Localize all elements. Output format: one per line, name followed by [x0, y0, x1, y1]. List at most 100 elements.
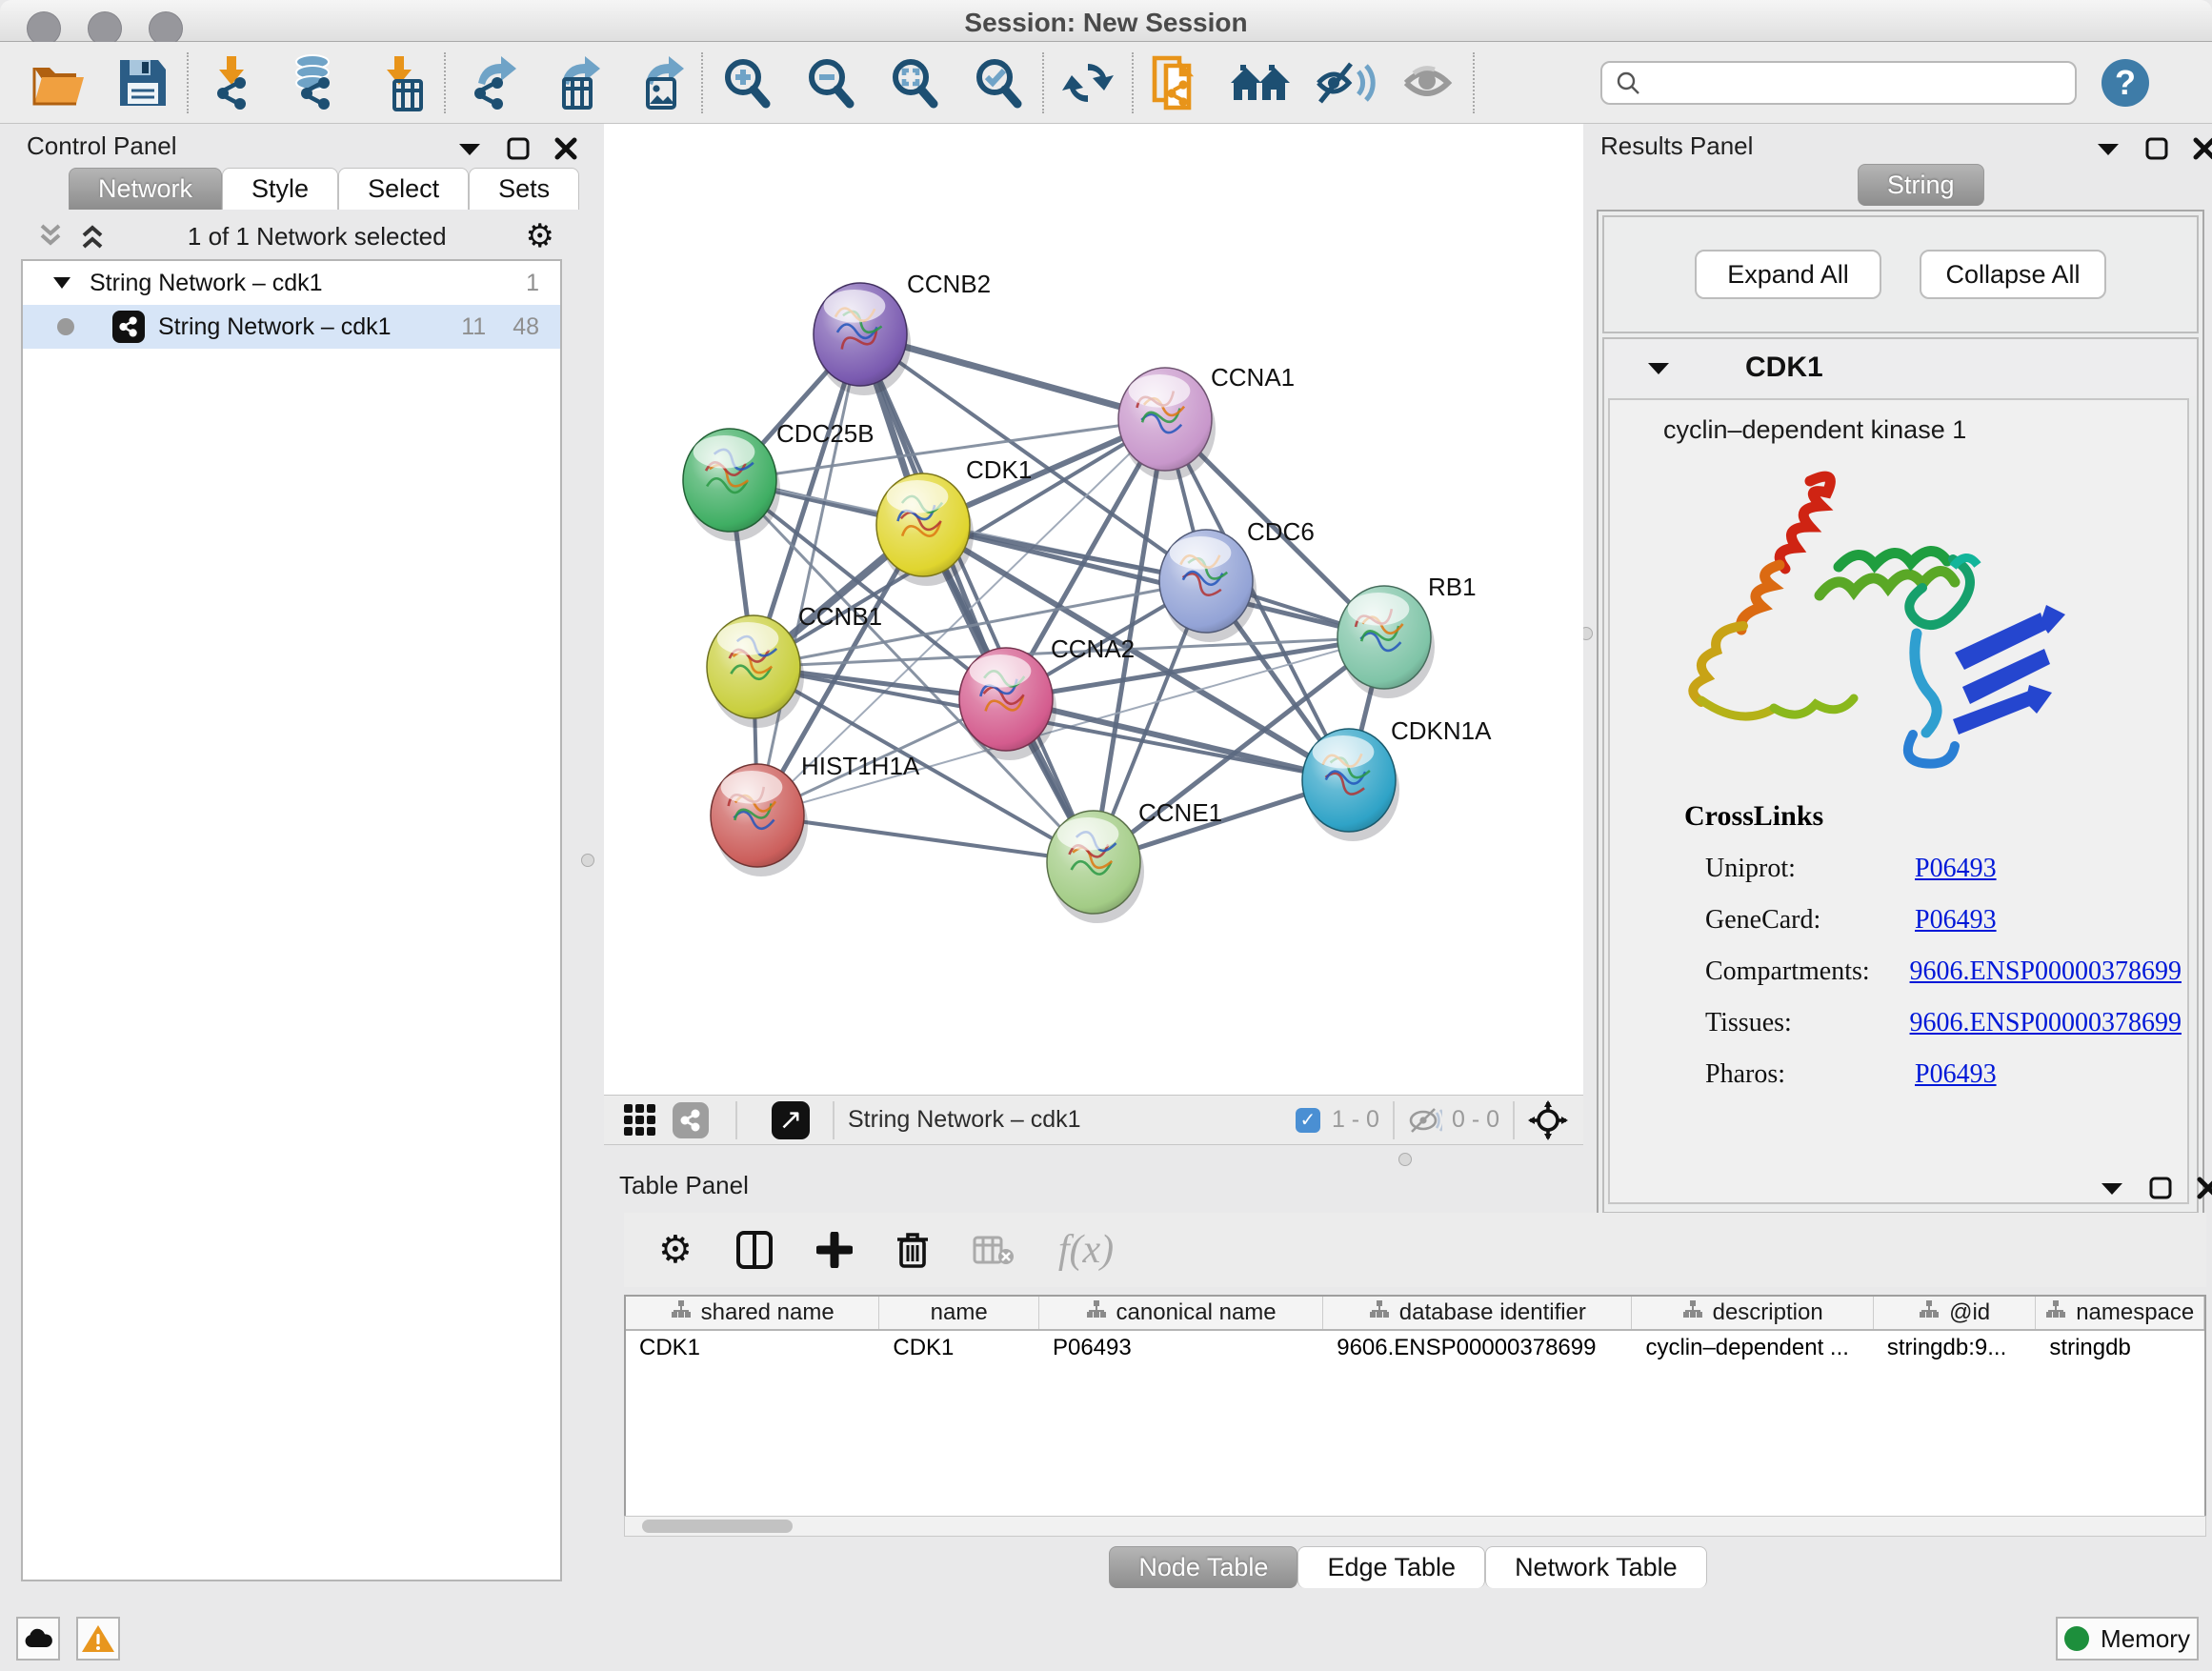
tree-collapse-icon[interactable] — [51, 275, 72, 291]
birds-eye-grid-icon[interactable] — [623, 1103, 657, 1137]
entry-collapse-icon[interactable] — [1646, 360, 1671, 375]
zoom-selected-button[interactable] — [956, 50, 1040, 116]
network-tree-root-row[interactable]: String Network – cdk1 1 — [23, 261, 560, 305]
close-panel-icon[interactable] — [2197, 1177, 2212, 1199]
help-button[interactable]: ? — [2101, 59, 2149, 107]
column-header-database-identifier[interactable]: database identifier — [1323, 1297, 1632, 1329]
edge-HIST1H1A-CCNE1[interactable] — [757, 815, 1094, 862]
import-network-database-button[interactable] — [274, 50, 358, 116]
clone-network-button[interactable] — [1136, 50, 1219, 116]
left-splitter-handle[interactable] — [581, 854, 594, 867]
tab-string[interactable]: String — [1858, 164, 1984, 206]
column-header--id[interactable]: @id — [1874, 1297, 2037, 1329]
cell--id[interactable]: stringdb:9... — [1874, 1331, 2037, 1365]
memory-button[interactable]: Memory — [2056, 1617, 2199, 1661]
result-entry-header[interactable]: CDK1 — [1604, 339, 2197, 396]
control-panel: Control Panel NetworkStyleSelectSets 1 o… — [0, 124, 583, 1587]
node-CDKN1A[interactable]: CDKN1A — [1302, 716, 1492, 841]
expand-all-icon[interactable] — [76, 222, 109, 251]
node-CCNB2[interactable]: CCNB2 — [814, 270, 991, 395]
export-image-button[interactable] — [615, 50, 699, 116]
node-CDC25B[interactable]: CDC25B — [683, 419, 875, 541]
show-columns-icon[interactable] — [736, 1231, 773, 1269]
expand-all-button[interactable]: Expand All — [1695, 250, 1881, 299]
cell-description[interactable]: cyclin–dependent ... — [1632, 1331, 1873, 1365]
column-header-namespace[interactable]: namespace — [2036, 1297, 2204, 1329]
tab-node-table[interactable]: Node Table — [1109, 1546, 1297, 1588]
close-panel-icon[interactable] — [554, 137, 577, 160]
column-header-shared-name[interactable]: shared name — [626, 1297, 879, 1329]
node-CCNB1[interactable]: CCNB1 — [707, 602, 882, 728]
float-panel-icon[interactable] — [2145, 137, 2168, 160]
crosslink-link[interactable]: P06493 — [1915, 1059, 1997, 1090]
close-panel-icon[interactable] — [2193, 137, 2212, 160]
column-header-name[interactable]: name — [879, 1297, 1039, 1329]
refresh-view-button[interactable] — [1046, 50, 1130, 116]
panel-menu-icon[interactable] — [457, 141, 482, 156]
float-panel-icon[interactable] — [2149, 1177, 2172, 1199]
search-box[interactable] — [1600, 61, 2077, 105]
warning-status-button[interactable] — [76, 1617, 120, 1661]
node-label-RB1: RB1 — [1428, 573, 1477, 601]
tab-sets[interactable]: Sets — [469, 168, 579, 210]
node-CDC6[interactable]: CDC6 — [1159, 517, 1315, 642]
edge-CCNB2-HIST1H1A[interactable] — [757, 334, 860, 815]
table-horizontal-scrollbar[interactable] — [624, 1516, 2206, 1537]
column-header-description[interactable]: description — [1632, 1297, 1873, 1329]
zoom-out-button[interactable] — [789, 50, 873, 116]
node-CCNE1[interactable]: CCNE1 — [1047, 798, 1222, 923]
bottom-splitter-handle[interactable] — [1398, 1153, 1412, 1166]
open-session-button[interactable] — [17, 50, 101, 116]
collapse-all-button[interactable]: Collapse All — [1920, 250, 2106, 299]
crosslink-link[interactable]: 9606.ENSP00000378699 — [1910, 1008, 2182, 1038]
cell-shared-name[interactable]: CDK1 — [626, 1331, 879, 1365]
collapse-all-icon[interactable] — [34, 222, 67, 251]
crosslink-link[interactable]: 9606.ENSP00000378699 — [1910, 956, 2182, 987]
show-graphics-button[interactable] — [1387, 50, 1471, 116]
selected-checkbox-icon[interactable]: ✓ — [1296, 1108, 1320, 1133]
tab-edge-table[interactable]: Edge Table — [1297, 1546, 1485, 1588]
hide-unhide-button[interactable] — [1303, 50, 1387, 116]
cell-database-identifier[interactable]: 9606.ENSP00000378699 — [1323, 1331, 1632, 1365]
cloud-status-button[interactable] — [16, 1617, 60, 1661]
delete-column-trash-icon[interactable] — [896, 1231, 929, 1269]
cell-canonical-name[interactable]: P06493 — [1039, 1331, 1323, 1365]
export-network-button[interactable] — [448, 50, 532, 116]
create-column-plus-icon[interactable] — [816, 1232, 853, 1268]
node-CDK1[interactable]: CDK1 — [876, 455, 1032, 586]
node-table[interactable]: shared namenamecanonical namedatabase id… — [624, 1295, 2206, 1516]
fit-content-crosshair-icon[interactable] — [1528, 1100, 1568, 1140]
network-canvas[interactable]: CCNB2CCNA1CDC25BCDK1CDC6RB1CCNB1CCNA2CDK… — [604, 124, 1583, 1095]
home-layout-button[interactable] — [1219, 50, 1303, 116]
tab-select[interactable]: Select — [338, 168, 469, 210]
save-session-button[interactable] — [101, 50, 185, 116]
crosslink-link[interactable]: P06493 — [1915, 905, 1997, 936]
float-panel-icon[interactable] — [507, 137, 530, 160]
panel-menu-icon[interactable] — [2100, 1180, 2124, 1196]
open-in-window-icon[interactable]: ↗ — [772, 1101, 810, 1139]
node-RB1[interactable]: RB1 — [1337, 573, 1477, 698]
scrollbar-thumb[interactable] — [642, 1520, 793, 1533]
panel-menu-icon[interactable] — [2096, 141, 2121, 156]
tab-style[interactable]: Style — [222, 168, 338, 210]
import-network-file-button[interactable] — [191, 50, 274, 116]
network-options-gear-icon[interactable]: ⚙ — [526, 217, 554, 255]
node-HIST1H1A[interactable]: HIST1H1A — [711, 752, 920, 876]
table-row[interactable]: CDK1CDK1P064939606.ENSP00000378699cyclin… — [626, 1331, 2204, 1365]
node-label-CCNE1: CCNE1 — [1138, 798, 1222, 827]
crosslink-link[interactable]: P06493 — [1915, 854, 1997, 884]
cell-namespace[interactable]: stringdb — [2036, 1331, 2204, 1365]
zoom-in-button[interactable] — [705, 50, 789, 116]
tab-network-table[interactable]: Network Table — [1485, 1546, 1707, 1588]
zoom-fit-button[interactable] — [873, 50, 956, 116]
import-table-button[interactable] — [358, 50, 442, 116]
tab-network[interactable]: Network — [69, 168, 222, 210]
search-input[interactable] — [1642, 70, 2061, 96]
edge-CCNB2-CCNE1[interactable] — [860, 334, 1094, 862]
export-table-button[interactable] — [532, 50, 615, 116]
table-options-gear-icon[interactable]: ⚙ — [658, 1228, 693, 1272]
column-header-canonical-name[interactable]: canonical name — [1039, 1297, 1323, 1329]
main-toolbar: ? — [0, 42, 2212, 124]
cell-name[interactable]: CDK1 — [879, 1331, 1039, 1365]
network-tree-child-row[interactable]: String Network – cdk1 11 48 — [23, 305, 560, 349]
